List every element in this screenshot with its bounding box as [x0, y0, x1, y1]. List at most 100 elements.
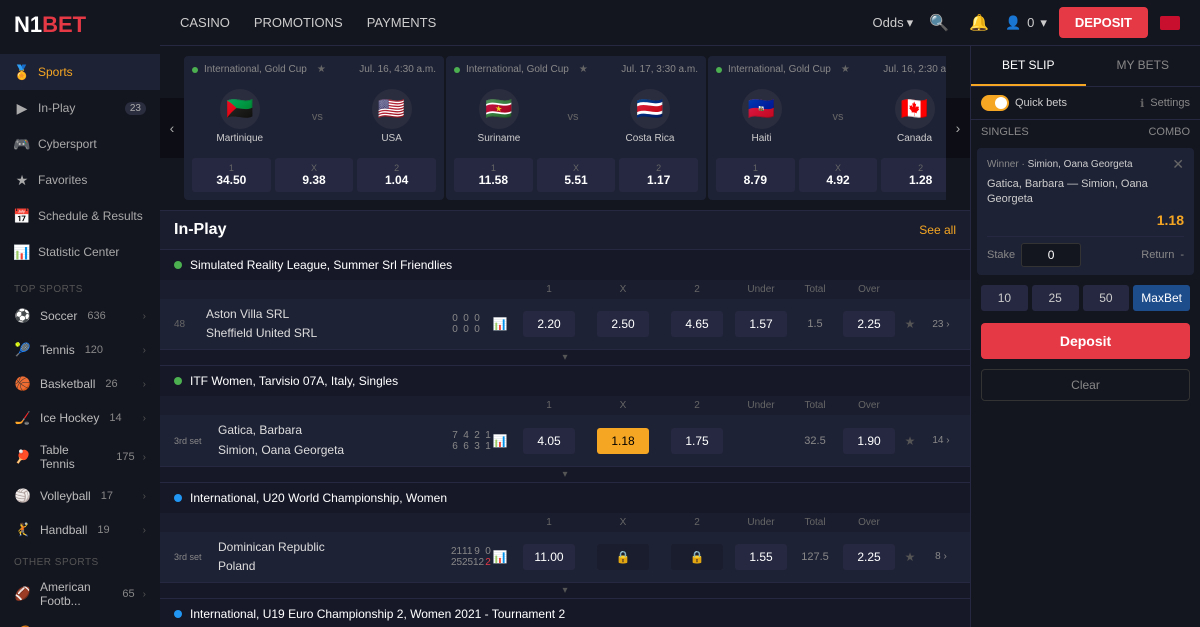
chevron-right-icon: › — [143, 413, 146, 424]
sidebar-item-statistic[interactable]: 📊 Statistic Center — [0, 234, 160, 270]
sport-item-tennis[interactable]: 🎾 Tennis 120 › — [0, 333, 160, 367]
events-area: ‹ International, Gold Cup ★ Jul. 16, 4:3… — [160, 46, 970, 627]
more-btn[interactable]: 14 › — [926, 435, 956, 446]
sidebar-item-favorites[interactable]: ★ Favorites — [0, 162, 160, 198]
combo-label[interactable]: COMBO — [1148, 126, 1190, 138]
sport-name: Tennis — [40, 343, 75, 357]
more-btn[interactable]: 23 › — [926, 319, 956, 330]
expand-row[interactable]: ▾ — [160, 350, 970, 365]
odds-selector[interactable]: Odds ▾ — [873, 15, 914, 31]
odd1-btn[interactable]: 2.20 — [523, 311, 575, 337]
sport-item-basketball[interactable]: 🏀 Basketball 26 › — [0, 367, 160, 401]
carousel-odd-btn[interactable]: 2 1.17 — [619, 158, 698, 192]
carousel-odd-btn[interactable]: X 5.51 — [537, 158, 616, 192]
over-btn[interactable]: 1.90 — [843, 428, 895, 454]
sport-item-americanfootball[interactable]: 🏈 American Footb... 65 › — [0, 572, 160, 616]
sport-item-tabletennis[interactable]: 🏓 Table Tennis 175 › — [0, 435, 160, 479]
expand-row[interactable]: ▾ — [160, 583, 970, 598]
nav-payments[interactable]: PAYMENTS — [367, 11, 437, 34]
over-btn[interactable]: 2.25 — [843, 311, 895, 337]
carousel-odd-btn[interactable]: 1 11.58 — [454, 158, 533, 192]
nav-casino[interactable]: CASINO — [180, 11, 230, 34]
tab-my-bets[interactable]: MY BETS — [1086, 46, 1200, 86]
featured-carousel: ‹ International, Gold Cup ★ Jul. 16, 4:3… — [160, 46, 970, 211]
star-icon[interactable]: ★ — [317, 64, 326, 75]
set-info: 3rd set — [174, 552, 214, 562]
settings-link[interactable]: Settings — [1150, 97, 1190, 109]
stake-label: Stake — [987, 249, 1015, 261]
amount-50[interactable]: 50 — [1083, 285, 1130, 311]
sidebar-item-schedule[interactable]: 📅 Schedule & Results — [0, 198, 160, 234]
carousel-odd-btn[interactable]: 2 1.28 — [881, 158, 946, 192]
carousel-odd-btn[interactable]: 1 34.50 — [192, 158, 271, 192]
team1-info: 🇭🇹 Haiti — [742, 89, 782, 144]
vs-text: vs — [567, 111, 578, 123]
sport-count: 636 — [87, 310, 105, 322]
clear-button[interactable]: Clear — [981, 369, 1190, 401]
score-group: 21 11 9 0 25 25 12 2 — [451, 546, 486, 568]
under-btn[interactable]: 1.55 — [735, 544, 787, 570]
favorite-star[interactable]: ★ — [898, 550, 922, 564]
sidebar-item-inplay[interactable]: ▶ In-Play 23 — [0, 90, 160, 126]
chart-icon[interactable]: 📊 — [490, 550, 510, 564]
star-icon[interactable]: ★ — [841, 64, 850, 75]
over-btn[interactable]: 2.25 — [843, 544, 895, 570]
other-sports-label: OTHER SPORTS — [0, 547, 160, 572]
country-flag[interactable] — [1160, 16, 1180, 30]
amount-10[interactable]: 10 — [981, 285, 1028, 311]
under-btn[interactable]: 1.57 — [735, 311, 787, 337]
maxbet-button[interactable]: MaxBet — [1133, 285, 1190, 311]
carousel-odd-btn[interactable]: X 4.92 — [799, 158, 878, 192]
sport-item-aussierules[interactable]: 🏉 Aussie Rules 7 › — [0, 616, 160, 627]
deposit-button[interactable]: DEPOSIT — [1059, 7, 1148, 38]
match-num: 48 — [174, 319, 202, 330]
carousel-next[interactable]: › — [946, 98, 970, 158]
odd2-btn[interactable]: 1.75 — [671, 428, 723, 454]
nav-promotions[interactable]: PROMOTIONS — [254, 11, 343, 34]
return-value: - — [1180, 249, 1184, 261]
sport-count: 26 — [105, 378, 117, 390]
carousel-odd-btn[interactable]: 2 1.04 — [357, 158, 436, 192]
topnav: CASINO PROMOTIONS PAYMENTS Odds ▾ 🔍 🔔 👤 … — [160, 0, 1200, 46]
statistic-icon: 📊 — [14, 244, 30, 260]
match-row: 48 Aston Villa SRL Sheffield United SRL … — [160, 299, 970, 350]
expand-row[interactable]: ▾ — [160, 467, 970, 482]
odd1-btn[interactable]: 11.00 — [523, 544, 575, 570]
odd1-btn[interactable]: 4.05 — [523, 428, 575, 454]
sport-name: Ice Hockey — [40, 411, 99, 425]
quick-bets-toggle[interactable] — [981, 95, 1009, 111]
favorite-star[interactable]: ★ — [898, 434, 922, 448]
carousel-odd-btn[interactable]: X 9.38 — [275, 158, 354, 192]
bet-type: Winner · — [987, 159, 1028, 170]
sport-item-volleyball[interactable]: 🏐 Volleyball 17 › — [0, 479, 160, 513]
user-area[interactable]: 👤 0 ▾ — [1005, 15, 1047, 31]
carousel-odd-btn[interactable]: 1 8.79 — [716, 158, 795, 192]
sport-item-icehockey[interactable]: 🏒 Ice Hockey 14 › — [0, 401, 160, 435]
chart-icon[interactable]: 📊 — [490, 434, 510, 448]
sport-item-soccer[interactable]: ⚽ Soccer 636 › — [0, 299, 160, 333]
amount-25[interactable]: 25 — [1032, 285, 1079, 311]
favorite-star[interactable]: ★ — [898, 317, 922, 331]
chart-icon[interactable]: 📊 — [490, 317, 510, 331]
carousel-prev[interactable]: ‹ — [160, 98, 184, 158]
oddx-btn[interactable]: 2.50 — [597, 311, 649, 337]
sport-item-handball[interactable]: 🤾 Handball 19 › — [0, 513, 160, 547]
more-btn[interactable]: 8 › — [926, 551, 956, 562]
sidebar-item-sports[interactable]: 🏅 Sports — [0, 54, 160, 90]
tab-bet-slip[interactable]: BET SLIP — [971, 46, 1086, 86]
odd-value: 34.50 — [196, 173, 267, 187]
stake-input[interactable] — [1021, 243, 1081, 267]
bet-close-button[interactable]: ✕ — [1172, 156, 1184, 173]
see-all-link[interactable]: See all — [919, 223, 956, 237]
slip-deposit-button[interactable]: Deposit — [981, 323, 1190, 359]
sport-name: American Footb... — [40, 580, 112, 608]
star-icon[interactable]: ★ — [579, 64, 588, 75]
vs-text: vs — [833, 111, 844, 123]
notifications-button[interactable]: 🔔 — [965, 9, 993, 37]
odd2-btn[interactable]: 4.65 — [671, 311, 723, 337]
oddx-btn[interactable]: 1.18 — [597, 428, 649, 454]
bet-odd: 1.18 — [1157, 212, 1184, 228]
sidebar-item-cybersport[interactable]: 🎮 Cybersport — [0, 126, 160, 162]
search-button[interactable]: 🔍 — [925, 9, 953, 37]
bet-item-header: Winner · Simion, Oana Georgeta ✕ — [987, 156, 1184, 173]
